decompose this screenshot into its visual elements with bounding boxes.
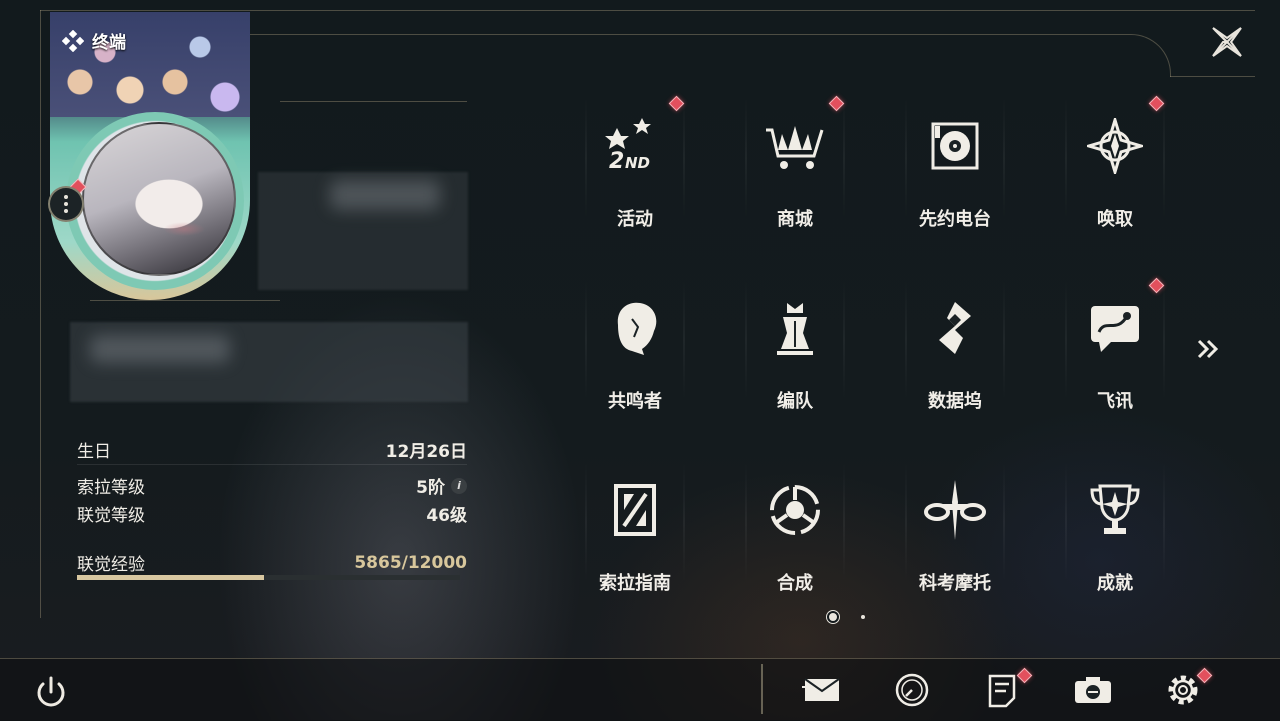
resonator-icon xyxy=(600,293,670,363)
menu-item-label: 唤取 xyxy=(1097,209,1133,230)
name-top-line xyxy=(280,101,467,102)
birthday-value: 12月26日 xyxy=(385,442,467,462)
frame-top-line xyxy=(40,10,1255,11)
menu-item-motorbike[interactable]: 科考摩托 xyxy=(905,450,1005,600)
menu-item-data-bank[interactable]: 数据坞 xyxy=(905,268,1005,418)
message-icon xyxy=(1080,293,1150,363)
sola-level-value: 5阶 xyxy=(416,478,445,498)
trophy-icon xyxy=(1080,475,1150,545)
avatar[interactable] xyxy=(82,122,236,276)
svg-text:2: 2 xyxy=(609,149,624,174)
menu-item-radio[interactable]: 先约电台 xyxy=(905,86,1005,236)
power-icon[interactable] xyxy=(30,672,72,714)
synthesis-icon xyxy=(760,475,830,545)
menu-item-label: 商城 xyxy=(777,209,813,230)
menu-item-label: 成就 xyxy=(1097,573,1133,594)
menu-item-guidebook[interactable]: 索拉指南 xyxy=(585,450,685,600)
terminal-title: 终端 xyxy=(62,28,126,53)
time-icon[interactable] xyxy=(891,669,933,711)
menu-item-message[interactable]: 飞讯 xyxy=(1065,268,1165,418)
menu-item-trophy[interactable]: 成就 xyxy=(1065,450,1165,600)
sola-level-row: 索拉等级 5阶 i xyxy=(77,473,467,498)
page-dot[interactable] xyxy=(861,615,865,619)
row-divider xyxy=(77,464,467,465)
union-xp-bar xyxy=(77,575,460,580)
player-name-glow xyxy=(330,180,440,210)
menu-item-resonator[interactable]: 共鸣者 xyxy=(585,268,685,418)
data-bank-icon xyxy=(920,293,990,363)
union-xp-label: 联觉经验 xyxy=(77,555,145,575)
info-icon[interactable]: i xyxy=(451,477,467,494)
menu-item-shop[interactable]: 商城 xyxy=(745,86,845,236)
team-icon xyxy=(760,293,830,363)
motorbike-icon xyxy=(920,475,990,545)
mail-icon[interactable] xyxy=(801,669,843,711)
menu-item-label: 合成 xyxy=(777,573,813,594)
union-xp-row: 联觉经验 5865/12000 xyxy=(77,550,467,576)
shop-icon xyxy=(760,111,830,181)
signature-glow xyxy=(90,335,230,363)
birthday-label: 生日 xyxy=(77,442,111,462)
page-dot-active[interactable] xyxy=(829,613,837,621)
union-level-row: 联觉等级 46级 xyxy=(77,501,467,526)
diamond-cluster-icon xyxy=(62,29,84,52)
next-page-icon[interactable] xyxy=(1193,334,1223,364)
svg-text:ND: ND xyxy=(625,154,650,172)
menu-item-convene[interactable]: 唤取 xyxy=(1065,86,1165,236)
menu-item-label: 共鸣者 xyxy=(608,391,662,412)
name-bottom-line xyxy=(90,300,280,301)
menu-item-label: 编队 xyxy=(777,391,813,412)
menu-item-label: 索拉指南 xyxy=(599,573,671,594)
bottom-divider xyxy=(761,664,763,714)
menu-item-label: 飞讯 xyxy=(1097,391,1133,412)
radio-icon xyxy=(920,111,990,181)
birthday-row: 生日 12月26日 xyxy=(77,437,467,462)
frame-left-line xyxy=(40,10,41,618)
union-level-label: 联觉等级 xyxy=(77,506,145,526)
profile-menu-button[interactable] xyxy=(48,186,84,222)
menu-item-label: 活动 xyxy=(617,209,653,230)
convene-icon xyxy=(1080,111,1150,181)
menu-item-label: 数据坞 xyxy=(928,391,982,412)
menu-item-team[interactable]: 编队 xyxy=(745,268,845,418)
menu-item-label: 科考摩托 xyxy=(919,573,991,594)
menu-item-synthesis[interactable]: 合成 xyxy=(745,450,845,600)
union-level-value: 46级 xyxy=(426,506,467,526)
sola-level-label: 索拉等级 xyxy=(77,478,145,498)
frame-right-notch xyxy=(1170,76,1255,77)
camera-icon[interactable] xyxy=(1072,669,1114,711)
menu-item-event[interactable]: 2 ND 活动 xyxy=(585,86,685,236)
guidebook-icon xyxy=(600,475,670,545)
menu-item-label: 先约电台 xyxy=(919,209,991,230)
close-icon[interactable] xyxy=(1207,22,1247,62)
terminal-title-text: 终端 xyxy=(92,33,126,53)
frame-top-inner-line xyxy=(250,34,1100,35)
union-xp-fill xyxy=(77,575,265,580)
union-xp-value: 5865/12000 xyxy=(354,552,467,573)
event-icon: 2 ND xyxy=(600,111,670,181)
